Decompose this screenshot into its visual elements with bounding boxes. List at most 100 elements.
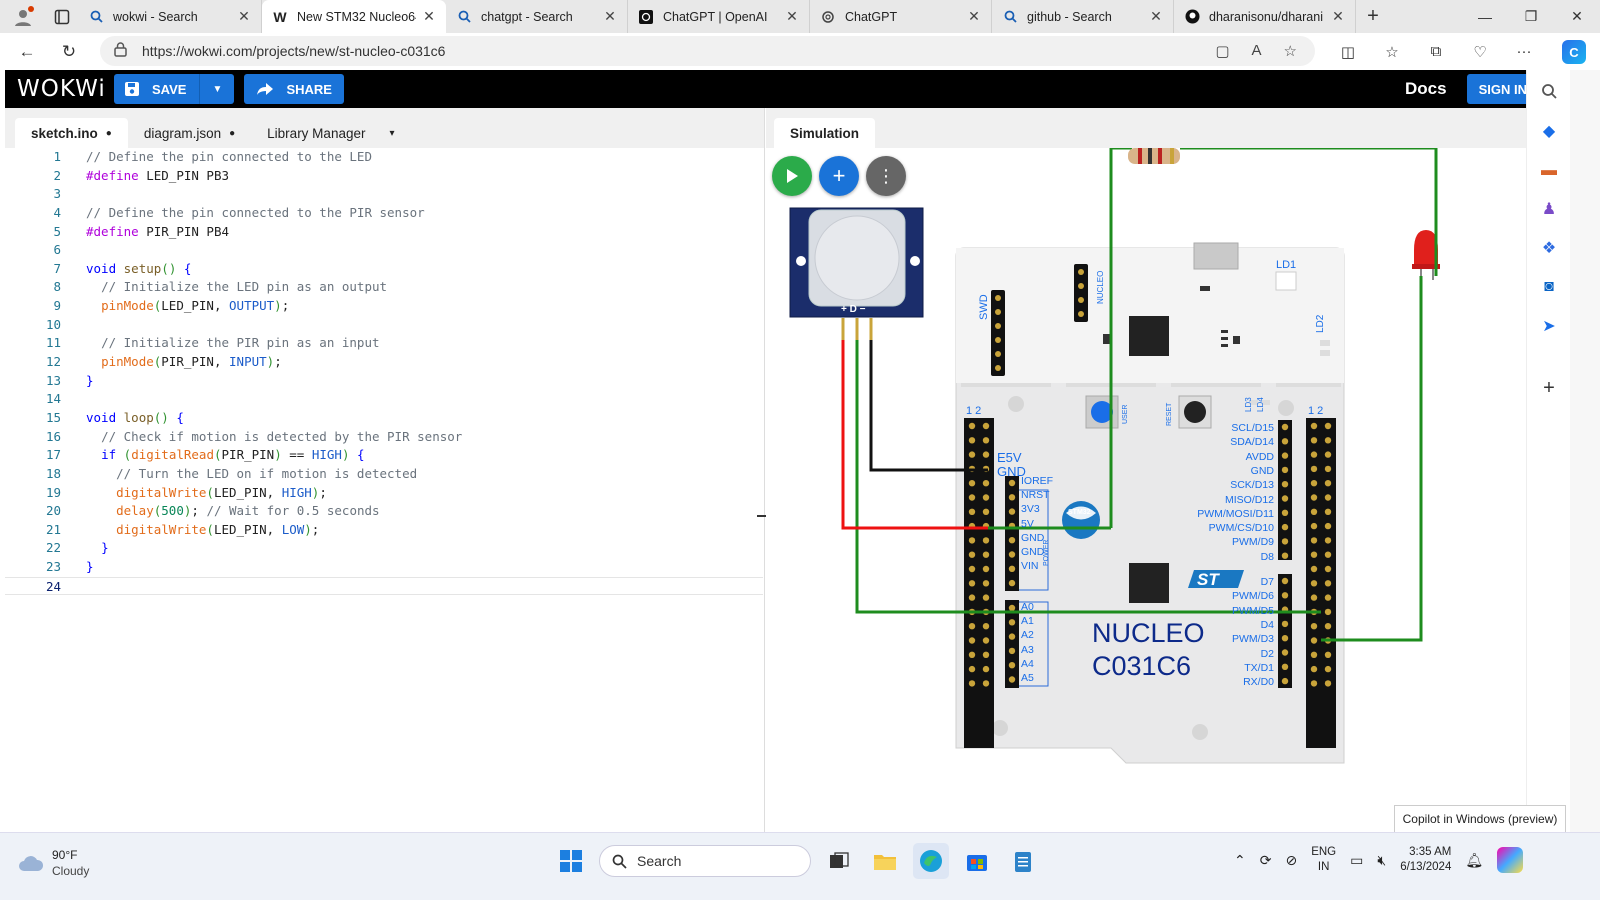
share-button[interactable]: SHARE: [244, 74, 344, 104]
reset-button[interactable]: [1184, 401, 1206, 423]
code-line[interactable]: 23}: [5, 558, 763, 577]
caret-down-icon[interactable]: ▾: [389, 128, 394, 139]
send-icon[interactable]: ➤: [1539, 316, 1559, 336]
save-dropdown-button[interactable]: ▼: [200, 84, 234, 95]
restore-icon[interactable]: ❐: [1508, 0, 1554, 33]
docs-link[interactable]: Docs: [1405, 79, 1447, 99]
microsoft-store-icon[interactable]: [959, 843, 995, 879]
browser-tab-chatgpt-search[interactable]: chatgpt - Search ✕: [446, 0, 628, 33]
close-tab-icon[interactable]: ✕: [785, 8, 799, 25]
code-line[interactable]: 12 pinMode(PIR_PIN, INPUT);: [5, 353, 763, 372]
code-line[interactable]: 14: [5, 390, 763, 409]
clock[interactable]: 3:35 AM 6/13/2024: [1400, 845, 1451, 875]
save-button[interactable]: SAVE: [114, 74, 201, 104]
code-line[interactable]: 19 digitalWrite(LED_PIN, HIGH);: [5, 484, 763, 503]
speaker-muted-icon[interactable]: 🔇︎: [1377, 852, 1386, 869]
red-led[interactable]: [1414, 230, 1438, 266]
browser-tab-openai[interactable]: ChatGPT | OpenAI ✕: [628, 0, 810, 33]
close-tab-icon[interactable]: ✕: [967, 8, 981, 25]
close-tab-icon[interactable]: ✕: [1331, 8, 1345, 25]
close-window-icon[interactable]: ✕: [1554, 0, 1600, 33]
browser-tab-wokwi-search[interactable]: wokwi - Search ✕: [78, 0, 262, 33]
close-tab-icon[interactable]: ✕: [422, 8, 436, 25]
notepad-icon[interactable]: [1005, 843, 1041, 879]
browser-tab-github-search[interactable]: github - Search ✕: [992, 0, 1174, 33]
new-tab-button[interactable]: +: [1356, 0, 1390, 33]
code-line[interactable]: 5 #define PIR_PIN PB4: [5, 223, 763, 242]
notification-bell-icon[interactable]: 🔔︎: [1465, 852, 1483, 869]
code-line[interactable]: 24: [5, 576, 763, 596]
games-icon[interactable]: ♟: [1539, 199, 1559, 219]
tab-library-manager[interactable]: Library Manager ▾: [251, 118, 410, 148]
pin-label: VIN: [1021, 560, 1039, 573]
toolbox-icon[interactable]: ▬: [1539, 161, 1559, 181]
code-line[interactable]: 21 digitalWrite(LED_PIN, LOW);: [5, 521, 763, 540]
page-scrollbar[interactable]: [1570, 70, 1600, 845]
collections-icon[interactable]: ⧉: [1418, 43, 1454, 60]
refresh-button[interactable]: ↻: [48, 42, 90, 62]
browser-tab-chatgpt[interactable]: ChatGPT ✕: [810, 0, 992, 33]
code-line[interactable]: 2 #define LED_PIN PB3: [5, 167, 763, 186]
browser-essentials-icon[interactable]: ♡: [1462, 43, 1498, 61]
copilot-sidebar-icon[interactable]: ❖: [1539, 238, 1559, 258]
code-line[interactable]: 9 pinMode(LED_PIN, OUTPUT);: [5, 297, 763, 316]
simulation-canvas[interactable]: + ⋮ ST SWD NUCLEO LD1 LD2 LD3 LD4 USER R…: [766, 148, 1526, 845]
minimize-icon[interactable]: —: [1462, 0, 1508, 33]
more-menu-icon[interactable]: ···: [1506, 43, 1542, 60]
outlook-icon[interactable]: ◙: [1539, 277, 1559, 297]
app-available-icon[interactable]: ▢: [1215, 42, 1229, 60]
tab-actions-button[interactable]: [46, 0, 78, 33]
st-link-chip: [1129, 316, 1169, 356]
taskbar-search[interactable]: Search: [599, 845, 811, 877]
line-number: 15: [45, 409, 61, 425]
favorites-icon[interactable]: ☆: [1374, 43, 1410, 61]
close-tab-icon[interactable]: ✕: [237, 8, 251, 25]
shopping-tag-icon[interactable]: ◆: [1539, 121, 1559, 141]
sync-icon[interactable]: ⟳: [1260, 852, 1272, 869]
code-line[interactable]: 16 // Check if motion is detected by the…: [5, 428, 763, 447]
tab-sketch-ino[interactable]: sketch.ino ●: [15, 118, 128, 148]
split-screen-icon[interactable]: ◫: [1330, 43, 1366, 61]
tab-diagram-json[interactable]: diagram.json ●: [128, 118, 251, 148]
code-line[interactable]: 4 // Define the pin connected to the PIR …: [5, 204, 763, 223]
code-line[interactable]: 11 // Initialize the PIR pin as an input: [5, 334, 763, 353]
display-icon[interactable]: ▭: [1350, 852, 1363, 869]
copilot-icon[interactable]: C: [1562, 40, 1586, 64]
wokwi-logo[interactable]: WOKWi: [17, 76, 112, 102]
code-line[interactable]: 8 // Initialize the LED pin as an output: [5, 278, 763, 297]
code-line[interactable]: 20 delay(500); // Wait for 0.5 seconds: [5, 502, 763, 521]
back-button[interactable]: ←: [6, 42, 48, 62]
start-button[interactable]: [553, 843, 589, 879]
code-line[interactable]: 6: [5, 241, 763, 260]
profile-avatar[interactable]: [0, 0, 46, 33]
copilot-taskbar-icon[interactable]: [1497, 847, 1524, 873]
code-line[interactable]: 15 void loop() {: [5, 409, 763, 428]
url-field[interactable]: https://wokwi.com/projects/new/st-nucleo…: [100, 36, 1315, 66]
code-line[interactable]: 17 if (digitalRead(PIR_PIN) == HIGH) {: [5, 446, 763, 465]
search-icon[interactable]: [1539, 81, 1559, 101]
close-tab-icon[interactable]: ✕: [1149, 8, 1163, 25]
tab-simulation[interactable]: Simulation: [774, 118, 876, 148]
code-line[interactable]: 13}: [5, 372, 763, 391]
input-language[interactable]: ENG IN: [1311, 845, 1336, 875]
code-line[interactable]: 18 // Turn the LED on if motion is detec…: [5, 465, 763, 484]
add-sidebar-app-icon[interactable]: +: [1539, 377, 1559, 399]
line-number: 23: [45, 559, 61, 575]
network-off-icon[interactable]: ⊘: [1285, 852, 1297, 869]
close-tab-icon[interactable]: ✕: [603, 8, 617, 25]
weather-widget[interactable]: 90°F Cloudy: [18, 847, 89, 879]
file-explorer-icon[interactable]: [867, 843, 903, 879]
browser-tab-wokwi-project[interactable]: W New STM32 Nucleo64 ✕: [262, 0, 446, 33]
code-line[interactable]: 10: [5, 316, 763, 335]
favorite-star-icon[interactable]: ☆: [1284, 42, 1297, 60]
browser-tab-github-repo[interactable]: dharanisonu/dharani ✕: [1174, 0, 1356, 33]
code-line[interactable]: 3: [5, 185, 763, 204]
edge-browser-icon[interactable]: [913, 843, 949, 879]
read-aloud-icon[interactable]: A: [1252, 42, 1262, 60]
code-area[interactable]: 1 // Define the pin connected to the LED 2…: [5, 148, 763, 838]
code-line[interactable]: 22 }: [5, 539, 763, 558]
code-line[interactable]: 1 // Define the pin connected to the LED: [5, 148, 763, 167]
task-view-icon[interactable]: [821, 843, 857, 879]
code-line[interactable]: 7 void setup() {: [5, 260, 763, 279]
chevron-up-icon[interactable]: ⌃: [1234, 852, 1246, 869]
